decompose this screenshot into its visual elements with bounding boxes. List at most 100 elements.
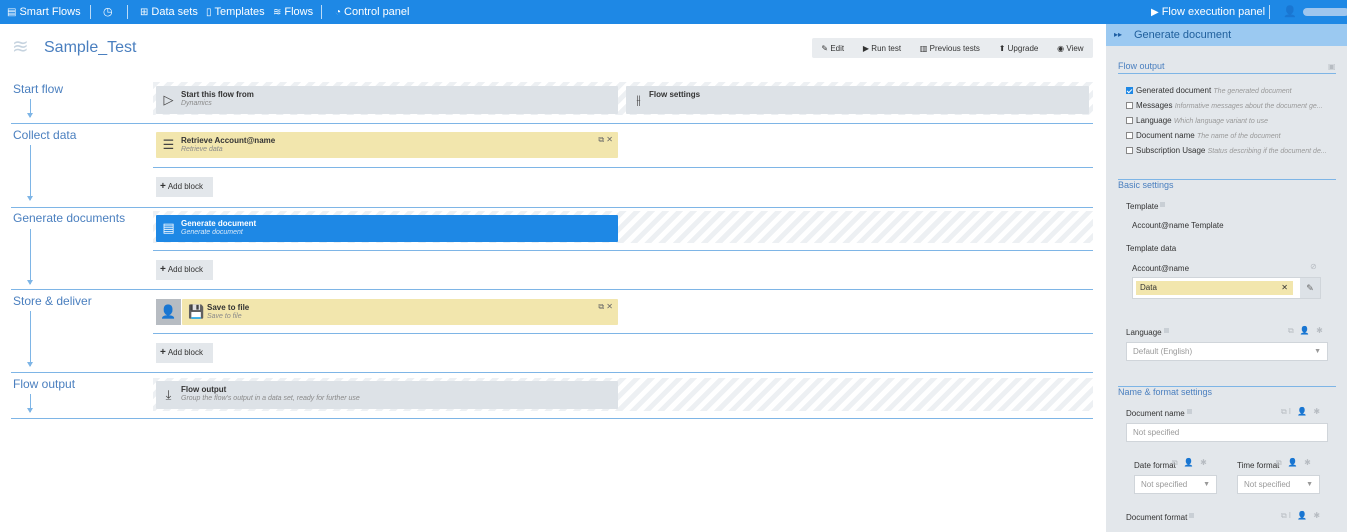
dynamics-icon: ▷ [163, 92, 174, 107]
history-button[interactable]: ◷ [103, 0, 113, 24]
nav-control-panel[interactable]: ◔ Control panel [335, 0, 409, 24]
date-format-option-icons[interactable]: ⧉ 👤 ✱ [1172, 458, 1209, 468]
checkbox[interactable] [1126, 117, 1133, 124]
document-format-option-icons[interactable]: ⧉I 👤 ✱ [1281, 511, 1322, 521]
link-icon[interactable]: ⊘ [1310, 262, 1319, 271]
start-this-flow-from-block[interactable]: ▷ Start this flow from Dynamics [156, 86, 618, 114]
info-icon [1189, 513, 1195, 518]
copy-icon[interactable]: ⧉ [598, 302, 604, 311]
template-label: Template [1126, 202, 1166, 211]
document-name-input[interactable]: Not specified [1126, 423, 1328, 442]
add-block-button[interactable]: + Add block [156, 260, 213, 280]
time-format-select[interactable]: Not specified ▼ [1237, 475, 1320, 494]
stage-generate-documents: Generate documents [13, 211, 126, 225]
nav-datasets[interactable]: ⊞ Data sets [140, 0, 198, 24]
account-name-label: Account@name [1132, 264, 1190, 273]
language-option-icons[interactable]: ⧉ 👤 ✱ [1288, 326, 1325, 336]
document-name-option-icons[interactable]: ⧉I 👤 ✱ [1281, 407, 1322, 417]
output-language[interactable]: Language Which language variant to use [1126, 116, 1268, 125]
view-button[interactable]: ◉ View [1057, 44, 1083, 53]
retrieve-account-block[interactable]: ☰ Retrieve Account@name Retrieve data ⧉ … [156, 132, 618, 158]
add-block-button[interactable]: + Add block [156, 177, 213, 197]
info-icon [1186, 409, 1192, 414]
chevron-down-icon: ▼ [1203, 481, 1210, 488]
upgrade-button[interactable]: ⬆ Upgrade [999, 44, 1039, 53]
top-navigation-bar: ▤ Smart Flows ◷ ⊞ Data sets ▯ Templates ≋ Fl… [0, 0, 1347, 24]
plus-icon: + [160, 181, 166, 192]
floppy-disk-icon: 💾 [188, 304, 205, 319]
stage-divider [11, 289, 1093, 290]
divider [1269, 5, 1270, 19]
user-remove-icon[interactable]: 👤 [156, 299, 181, 325]
run-test-button[interactable]: ▶ Run test [863, 44, 901, 53]
username-blurred [1302, 8, 1347, 17]
flow-execution-panel-button[interactable]: ▶ Flow execution panel [1151, 0, 1265, 24]
remove-tag-icon[interactable]: ✕ [1281, 281, 1288, 295]
brand-smart-flows[interactable]: ▤ Smart Flows [7, 0, 81, 24]
stage-store-deliver: Store & deliver [13, 294, 92, 308]
flow-settings-block[interactable]: ⫲ Flow settings [626, 86, 1089, 114]
stage-collect-data: Collect data [13, 128, 77, 142]
lane-divider [153, 333, 1093, 334]
date-format-label: Date format [1134, 461, 1176, 470]
save-to-file-block[interactable]: 💾 Save to file Save to file ⧉ ✕ [182, 299, 618, 325]
lane-divider [153, 250, 1093, 251]
flow-output-block[interactable]: ⤓ Flow output Group the flow's output in… [156, 381, 618, 409]
template-data-label: Template data [1126, 244, 1177, 253]
checkbox[interactable] [1126, 102, 1133, 109]
stage-divider [11, 372, 1093, 373]
sitemap-icon: ⊞ [140, 7, 149, 18]
checkbox[interactable] [1126, 132, 1133, 139]
stage-arrow [27, 394, 33, 413]
language-select[interactable]: Default (English) ▼ [1126, 342, 1328, 361]
page-title: Sample_Test [44, 39, 137, 56]
nav-templates[interactable]: ▯ Templates [206, 0, 265, 24]
language-label: Language [1126, 328, 1169, 337]
panel-header: ▸▸ Generate document [1106, 24, 1347, 46]
stage-divider [11, 207, 1093, 208]
time-format-label: Time format [1237, 461, 1280, 470]
nav-flows[interactable]: ≋ Flows [273, 0, 313, 24]
stage-arrow [27, 99, 33, 118]
stage-divider [11, 418, 1093, 419]
data-tag[interactable]: Data ✕ [1136, 281, 1293, 295]
date-format-select[interactable]: Not specified ▼ [1134, 475, 1217, 494]
flows-icon: ≋ [273, 7, 282, 18]
close-icon[interactable]: ✕ [606, 302, 613, 311]
user-icon: 👤 [1283, 6, 1297, 18]
template-value: Account@name Template [1132, 221, 1224, 230]
user-menu[interactable]: 👤 [1283, 0, 1347, 24]
divider [127, 5, 128, 19]
edit-pencil-icon[interactable]: ✎ [1300, 278, 1320, 298]
plus-icon: + [160, 347, 166, 358]
info-icon: ▣ [1328, 62, 1338, 71]
flow-actions-toolbar: ✎ Edit ▶ Run test ▥ Previous tests ⬆ Upg… [812, 38, 1093, 58]
collapse-panel-icon[interactable]: ▸▸ [1114, 30, 1122, 39]
close-icon[interactable]: ✕ [606, 135, 613, 144]
output-subscription-usage[interactable]: Subscription Usage Status describing if … [1126, 146, 1327, 155]
basic-settings-section-title: Basic settings [1118, 180, 1174, 190]
copy-icon[interactable]: ⧉ [598, 135, 604, 144]
section-divider [1118, 73, 1336, 74]
stage-arrow [27, 311, 33, 367]
output-document-name[interactable]: Document name The name of the document [1126, 131, 1281, 140]
download-icon: ⤓ [165, 387, 172, 402]
output-generated-document[interactable]: Generated document The generated documen… [1126, 86, 1292, 95]
info-icon [1163, 328, 1169, 333]
document-format-label: Document format [1126, 513, 1195, 522]
generate-document-block[interactable]: ▤ Generate document Generate document [156, 215, 618, 242]
plus-icon: + [160, 264, 166, 275]
time-format-option-icons[interactable]: ⧉ 👤 ✱ [1276, 458, 1313, 468]
chevron-down-icon: ▼ [1306, 481, 1313, 488]
checkbox[interactable] [1126, 147, 1133, 154]
database-icon: ☰ [162, 137, 175, 152]
panel-title: Generate document [1134, 29, 1232, 41]
gauge-icon: ◔ [335, 7, 342, 18]
checkbox-checked[interactable] [1126, 87, 1133, 94]
output-messages[interactable]: Messages Informative messages about the … [1126, 101, 1323, 110]
edit-button[interactable]: ✎ Edit [821, 44, 844, 53]
play-icon: ▶ [1151, 7, 1159, 18]
block-controls: ⧉ ✕ [598, 302, 613, 312]
add-block-button[interactable]: + Add block [156, 343, 213, 363]
previous-tests-button[interactable]: ▥ Previous tests [920, 44, 980, 53]
